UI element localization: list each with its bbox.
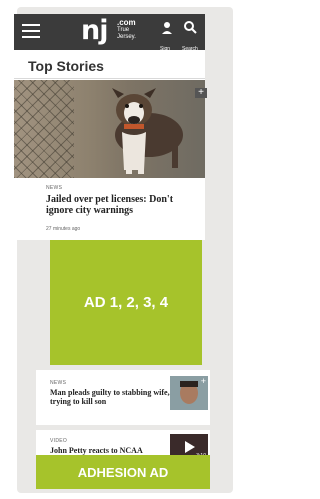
dog-illustration <box>112 88 183 174</box>
hamburger-menu-icon[interactable] <box>22 24 40 38</box>
sign-in-button[interactable]: Sign In <box>159 20 175 58</box>
user-icon <box>162 22 172 34</box>
story-kicker: VIDEO <box>50 438 68 444</box>
search-button[interactable]: Search <box>182 20 198 52</box>
story-headline[interactable]: Man pleads guilty to stabbing wife, tryi… <box>50 388 172 406</box>
logo-com: .com <box>117 18 136 27</box>
lead-story-timestamp: 27 minutes ago <box>46 226 81 232</box>
story-thumbnail[interactable]: + <box>170 376 208 410</box>
adhesion-ad-label: ADHESION AD <box>77 464 169 480</box>
logo-sub: True Jersey. <box>117 27 136 40</box>
top-navigation-bar: nj .com True Jersey. Sign In Search <box>14 14 205 58</box>
expand-photo-icon[interactable]: + <box>195 88 207 98</box>
site-logo[interactable]: nj <box>81 16 109 46</box>
ad-label: AD 1, 2, 3, 4 <box>83 294 169 311</box>
story-card[interactable]: NEWS Man pleads guilty to stabbing wife,… <box>36 370 210 425</box>
section-divider <box>14 78 205 79</box>
lead-story-headline[interactable]: Jailed over pet licenses: Don't ignore c… <box>46 194 196 216</box>
expand-thumb-icon: + <box>200 376 206 386</box>
search-icon <box>184 21 197 34</box>
logo-tagline: .com True Jersey. <box>117 19 147 41</box>
ad-slot-main[interactable]: AD 1, 2, 3, 4 <box>50 240 202 365</box>
section-title: Top Stories <box>28 58 104 74</box>
adhesion-ad[interactable]: ADHESION AD <box>36 455 210 489</box>
lead-story-photo[interactable] <box>14 80 205 178</box>
story-kicker: NEWS <box>50 380 67 386</box>
story-headline[interactable]: John Petty reacts to NCAA <box>50 446 172 455</box>
lead-story-kicker: NEWS <box>46 185 63 191</box>
